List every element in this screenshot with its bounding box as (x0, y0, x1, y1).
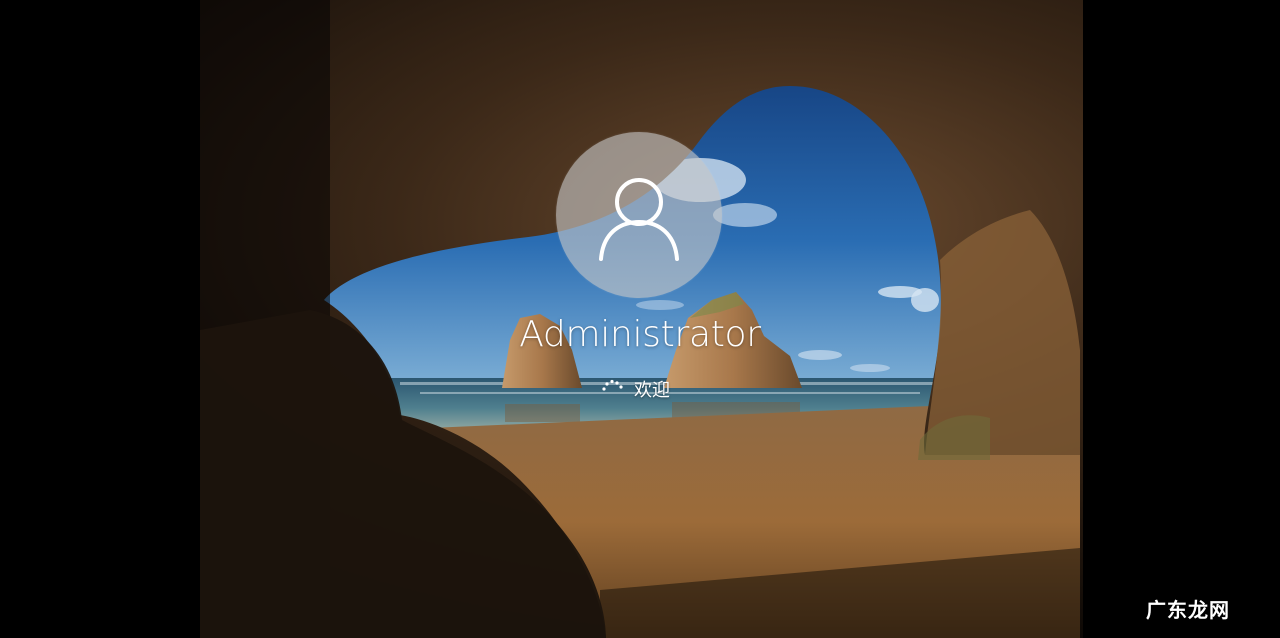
user-avatar (556, 132, 722, 298)
watermark-text: 广东龙网 (1146, 598, 1230, 622)
loading-spinner-icon (602, 379, 623, 391)
user-icon (599, 178, 679, 261)
welcome-status: 欢迎 (634, 380, 670, 401)
sign-in-panel: Administrator 欢迎 (0, 0, 1280, 638)
lock-screen: Administrator 欢迎 广东龙网 (0, 0, 1280, 638)
username-label: Administrator (519, 314, 761, 355)
